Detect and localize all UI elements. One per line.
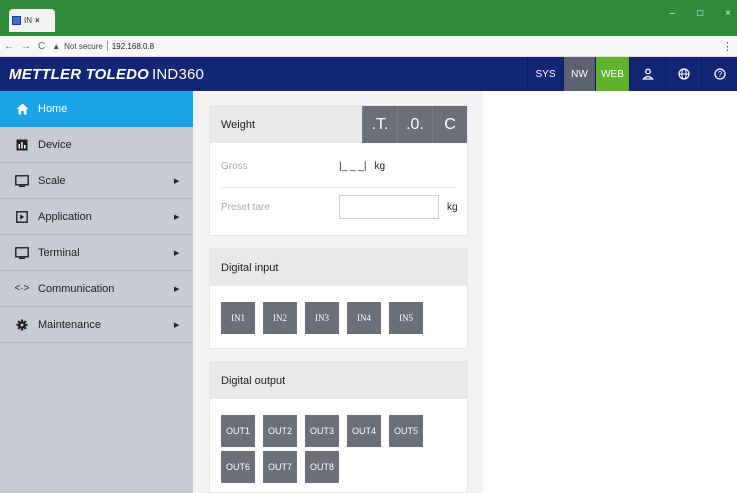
- row-divider: [221, 187, 456, 188]
- input-button-in1[interactable]: IN1: [221, 302, 255, 334]
- brand-logo: METTLER TOLEDO IND360: [9, 66, 204, 83]
- digital-output-buttons-row2: OUT6 OUT7 OUT8: [221, 451, 339, 483]
- tab-title: IN: [24, 16, 32, 25]
- url-text: 192.168.0.8: [111, 41, 155, 51]
- sidebar-item-label: Maintenance: [38, 318, 101, 331]
- maximize-button[interactable]: □: [697, 8, 703, 19]
- sidebar-item-label: Home: [38, 103, 68, 115]
- chevron-right-icon: ▶: [174, 249, 180, 257]
- chevron-right-icon: ▶: [174, 213, 180, 221]
- device-icon: [14, 138, 30, 152]
- output-button-out4[interactable]: OUT4: [347, 415, 381, 447]
- sidebar-item-label: Application: [38, 210, 92, 223]
- sidebar-item-terminal[interactable]: Terminal ▶: [0, 235, 193, 271]
- digital-input-card: Digital input IN1 IN2 IN3 IN4 IN5: [209, 248, 468, 349]
- chevron-right-icon: ▶: [174, 321, 180, 329]
- not-secure-label: Not secure: [64, 41, 103, 51]
- gross-unit: kg: [374, 161, 385, 172]
- digital-output-card: Digital output OUT1 OUT2 OUT3 OUT4 OUT5 …: [209, 361, 468, 493]
- sidebar-item-label: Device: [38, 138, 72, 151]
- input-button-in2[interactable]: IN2: [263, 302, 297, 334]
- browser-tab[interactable]: IN ×: [9, 9, 55, 32]
- forward-arrow-icon[interactable]: →: [21, 41, 31, 52]
- sidebar-item-label: Scale: [38, 174, 66, 187]
- gear-icon: [14, 318, 30, 332]
- output-button-out1[interactable]: OUT1: [221, 415, 255, 447]
- home-icon: [14, 102, 30, 116]
- help-icon[interactable]: ?: [701, 57, 737, 91]
- output-button-out8[interactable]: OUT8: [305, 451, 339, 483]
- warning-icon: ▲: [52, 41, 61, 51]
- digital-input-buttons: IN1 IN2 IN3 IN4 IN5: [221, 302, 423, 334]
- gross-row: Gross |_ _ _| kg: [221, 161, 385, 172]
- brand-name: METTLER TOLEDO: [9, 66, 150, 83]
- address-bar: ← → C ▲ Not secure 192.168.0.8 ⋮: [0, 36, 737, 57]
- tab-close-icon[interactable]: ×: [35, 16, 40, 25]
- sys-button[interactable]: SYS: [527, 57, 563, 91]
- sidebar: Home Device Scale ▶ Application ▶ Termin…: [0, 91, 193, 493]
- tare-button[interactable]: .T.: [362, 106, 397, 143]
- web-button[interactable]: WEB: [595, 57, 629, 91]
- app-header: METTLER TOLEDO IND360 SYS NW WEB ?: [0, 57, 737, 91]
- digital-input-header: Digital input: [210, 249, 467, 286]
- close-window-button[interactable]: ×: [725, 8, 731, 19]
- browser-menu-icon[interactable]: ⋮: [722, 40, 733, 53]
- output-button-out5[interactable]: OUT5: [389, 415, 423, 447]
- input-button-in4[interactable]: IN4: [347, 302, 381, 334]
- digital-output-buttons-row1: OUT1 OUT2 OUT3 OUT4 OUT5: [221, 415, 423, 447]
- back-arrow-icon[interactable]: ←: [4, 41, 14, 52]
- terminal-icon: [14, 246, 30, 260]
- digital-output-title: Digital output: [221, 374, 286, 387]
- svg-text:?: ?: [717, 70, 722, 79]
- chevron-right-icon: ▶: [174, 285, 180, 293]
- sidebar-item-application[interactable]: Application ▶: [0, 199, 193, 235]
- sidebar-item-label: Terminal: [38, 246, 80, 259]
- sidebar-item-communication[interactable]: <·> Communication ▶: [0, 271, 193, 307]
- globe-icon[interactable]: [665, 57, 701, 91]
- input-button-in3[interactable]: IN3: [305, 302, 339, 334]
- communication-icon: <·>: [14, 283, 30, 294]
- chevron-right-icon: ▶: [174, 177, 180, 185]
- minimize-button[interactable]: –: [670, 8, 676, 19]
- weight-header: Weight .T. .0. C: [210, 106, 467, 143]
- sidebar-item-label: Communication: [38, 282, 115, 295]
- digital-input-title: Digital input: [221, 261, 279, 274]
- scale-icon: [14, 174, 30, 188]
- header-buttons: SYS NW WEB ?: [527, 57, 737, 91]
- sidebar-item-maintenance[interactable]: Maintenance ▶: [0, 307, 193, 343]
- digital-output-header: Digital output: [210, 362, 467, 399]
- window-controls: – □ ×: [670, 8, 731, 19]
- nw-button[interactable]: NW: [563, 57, 595, 91]
- url-divider: [106, 41, 108, 51]
- input-button-in5[interactable]: IN5: [389, 302, 423, 334]
- favicon-icon: [12, 16, 21, 25]
- output-button-out2[interactable]: OUT2: [263, 415, 297, 447]
- weight-buttons: .T. .0. C: [362, 106, 467, 143]
- gross-value: |_ _ _|: [339, 161, 367, 172]
- brand-model: IND360: [152, 66, 205, 83]
- weight-card: Weight .T. .0. C Gross |_ _ _| kg Preset…: [209, 105, 468, 236]
- preset-tare-row: Preset tare kg: [221, 195, 458, 219]
- preset-tare-label: Preset tare: [221, 201, 270, 213]
- output-button-out7[interactable]: OUT7: [263, 451, 297, 483]
- gross-label: Gross: [221, 161, 248, 172]
- zero-button[interactable]: .0.: [397, 106, 432, 143]
- reload-icon[interactable]: C: [38, 41, 45, 52]
- clear-button[interactable]: C: [432, 106, 467, 143]
- url-field[interactable]: ▲ Not secure 192.168.0.8: [52, 41, 154, 51]
- browser-tab-bar: IN × – □ ×: [0, 0, 737, 36]
- sidebar-item-device[interactable]: Device: [0, 127, 193, 163]
- output-button-out6[interactable]: OUT6: [221, 451, 255, 483]
- output-button-out3[interactable]: OUT3: [305, 415, 339, 447]
- sidebar-item-home[interactable]: Home: [0, 91, 193, 127]
- user-icon[interactable]: [629, 57, 665, 91]
- main-content: Weight .T. .0. C Gross |_ _ _| kg Preset…: [193, 91, 737, 493]
- sidebar-item-scale[interactable]: Scale ▶: [0, 163, 193, 199]
- preset-tare-unit: kg: [447, 201, 458, 213]
- application-icon: [14, 210, 30, 224]
- weight-title: Weight: [221, 118, 256, 131]
- preset-tare-input[interactable]: [339, 195, 439, 219]
